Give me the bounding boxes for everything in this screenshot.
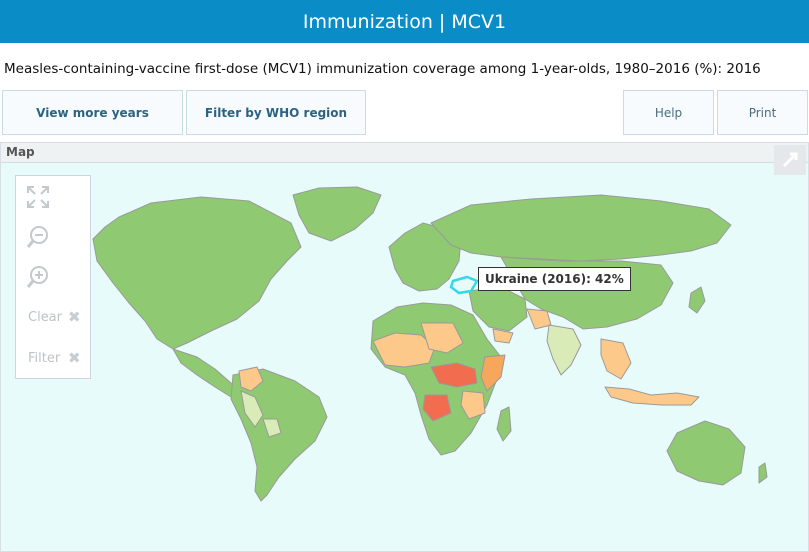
yemen-region bbox=[492, 328, 514, 344]
zoom-out-icon bbox=[26, 226, 48, 248]
help-button[interactable]: Help bbox=[623, 90, 714, 135]
view-more-years-button[interactable]: View more years bbox=[2, 90, 183, 135]
zoom-in-icon bbox=[26, 266, 48, 288]
madagascar-region bbox=[496, 406, 512, 442]
help-label: Help bbox=[654, 105, 683, 120]
russia-region bbox=[430, 194, 732, 262]
map-panel-title: Map bbox=[6, 145, 35, 159]
india-region bbox=[546, 324, 582, 376]
world-map[interactable] bbox=[1, 143, 808, 551]
map-tools-panel: Clear ✖ Filter ✖ bbox=[15, 175, 91, 379]
afghanistan-region bbox=[526, 308, 552, 330]
southeast-asia-region bbox=[600, 338, 632, 380]
indonesia-region bbox=[604, 386, 700, 406]
greenland-region bbox=[292, 186, 382, 242]
print-label: Print bbox=[748, 105, 777, 120]
map-panel: Map Clear ✖ Filter ✖ Ukraine (2016): 42% bbox=[0, 142, 809, 552]
filter-label: Filter bbox=[28, 350, 61, 366]
expand-map-button[interactable] bbox=[774, 145, 806, 175]
filter-by-region-button[interactable]: Filter by WHO region bbox=[186, 90, 366, 135]
fit-map-tool[interactable] bbox=[16, 184, 90, 210]
somalia-region bbox=[480, 354, 506, 392]
country-tooltip: Ukraine (2016): 42% bbox=[478, 267, 631, 291]
app-title: Immunization | MCV1 bbox=[302, 10, 507, 33]
central-america-region bbox=[172, 348, 240, 398]
filter-by-region-label: Filter by WHO region bbox=[204, 105, 348, 120]
australia-region bbox=[666, 420, 746, 486]
filter-x-icon: ✖ bbox=[68, 349, 81, 367]
fullscreen-icon bbox=[27, 186, 49, 208]
view-more-years-label: View more years bbox=[36, 105, 149, 120]
north-america-region bbox=[92, 196, 302, 350]
clear-label: Clear bbox=[28, 309, 62, 325]
clear-tool-button[interactable]: Clear ✖ bbox=[16, 308, 90, 326]
app-title-banner: Immunization | MCV1 bbox=[0, 0, 809, 43]
clear-x-icon: ✖ bbox=[68, 308, 81, 326]
new-zealand-region bbox=[758, 462, 768, 484]
zoom-out-tool[interactable] bbox=[16, 224, 90, 250]
filter-tool-button[interactable]: Filter ✖ bbox=[16, 349, 90, 367]
map-panel-header: Map bbox=[1, 143, 808, 163]
expand-icon bbox=[782, 152, 798, 168]
japan-region bbox=[688, 286, 706, 314]
indicator-title: Measles-containing-vaccine first-dose (M… bbox=[4, 61, 761, 77]
print-button[interactable]: Print bbox=[717, 90, 808, 135]
zoom-in-tool[interactable] bbox=[16, 264, 90, 290]
